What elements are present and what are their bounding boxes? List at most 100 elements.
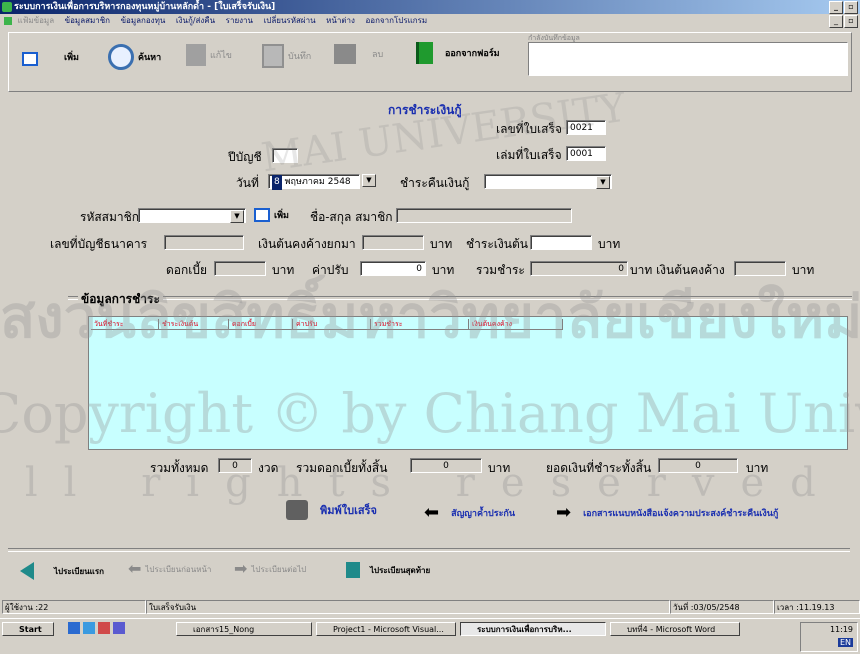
interest-field: [214, 261, 266, 276]
menu-bar: แฟ้มข้อมูล ข้อมูลสมาชิก ข้อมูลกองทุน เงิ…: [0, 14, 860, 28]
chevron-down-icon: ▼: [362, 174, 376, 187]
fine-field[interactable]: 0: [360, 261, 426, 276]
principal-brought-label: เงินต้นคงค้างยกมา: [258, 237, 356, 251]
total-paid-field: 0: [658, 458, 738, 473]
receipt-no-field[interactable]: 0021: [566, 120, 606, 135]
menu-change-password[interactable]: เปลี่ยนรหัสผ่าน: [264, 16, 316, 25]
child-restore-button[interactable]: ▫: [844, 15, 858, 28]
installment-unit: งวด: [258, 461, 279, 475]
clock: 11:19: [829, 625, 853, 634]
child-minimize-button[interactable]: _: [829, 15, 843, 28]
form-heading: การชำระเงินกู้: [388, 103, 462, 117]
menu-reports[interactable]: รายงาน: [226, 16, 253, 25]
date-dropdown-button[interactable]: ▼: [362, 174, 376, 189]
prev-record-icon: ⬅: [128, 559, 142, 578]
task-finance-app[interactable]: ระบบการเงินเพื่อการบริห...: [460, 622, 606, 636]
menu-window[interactable]: หน้าต่าง: [326, 16, 355, 25]
prev-record-button[interactable]: ⬅ ไประเบียนก่อนหน้า: [128, 559, 211, 578]
menu-exit[interactable]: ออกจากโปรแกรม: [365, 16, 427, 25]
ie-icon[interactable]: [83, 622, 95, 634]
search-label: ค้นหา: [138, 53, 162, 63]
app-icon[interactable]: [98, 622, 110, 634]
baht-unit-2: บาท: [598, 237, 621, 251]
menu-fund[interactable]: ข้อมูลกองทุน: [121, 16, 166, 25]
date-month: พฤษภาคม: [284, 177, 325, 187]
add-member-button[interactable]: เพิ่ม: [254, 208, 289, 222]
taskbar: Start เอกสาร15_Nong Project1 - Microsoft…: [0, 618, 860, 654]
col-fine[interactable]: ค่าปรับ: [293, 319, 371, 330]
edit-button[interactable]: แก้ไข: [186, 44, 232, 66]
add-button[interactable]: เพิ่ม: [64, 50, 79, 64]
print-receipt-label: พิมพ์ใบเสร็จ: [320, 504, 377, 517]
save-button[interactable]: บันทึก: [262, 44, 311, 68]
search-button[interactable]: ค้นหา: [108, 44, 161, 70]
exit-form-button[interactable]: ออกจากฟอร์ม: [416, 42, 500, 64]
status-date: วันที่ :03/05/2548: [670, 600, 774, 614]
word-icon[interactable]: [113, 622, 125, 634]
maximize-button[interactable]: ▫: [844, 1, 858, 14]
first-record-button[interactable]: ไประเบียนแรก: [20, 562, 104, 580]
principal-remaining-field: [734, 261, 786, 276]
delete-button[interactable]: ลบ: [334, 44, 383, 64]
arrow-left-icon: ⬅: [424, 502, 440, 523]
date-picker[interactable]: 8 พฤษภาคม 2548: [268, 174, 360, 190]
next-record-label: ไประเบียนต่อไป: [251, 564, 307, 574]
menu-members[interactable]: ข้อมูลสมาชิก: [65, 16, 110, 25]
desktop-icon[interactable]: [68, 622, 80, 634]
record-icon: [254, 208, 270, 222]
menu-file[interactable]: แฟ้มข้อมูล: [18, 16, 55, 25]
notice-doc-button[interactable]: ➡ เอกสารแนบหนังสือแจ้งความประสงค์ชำระคืน…: [556, 504, 778, 522]
edit-icon: [186, 44, 206, 66]
payments-grid[interactable]: วันที่ชำระ ชำระเงินต้น ดอกเบี้ย ค่าปรับ …: [88, 316, 848, 450]
col-pay-date[interactable]: วันที่ชำระ: [91, 319, 159, 330]
fiscal-year-field[interactable]: [272, 148, 298, 163]
date-label: วันที่: [236, 176, 259, 190]
date-day: 8: [272, 175, 282, 190]
start-label: Start: [19, 625, 42, 634]
fiscal-year-label: ปีบัญชี: [228, 150, 262, 164]
quick-launch: [68, 622, 125, 634]
col-principal[interactable]: ชำระเงินต้น: [159, 319, 229, 330]
task-word[interactable]: บทที่4 - Microsoft Word: [610, 622, 740, 636]
chevron-down-icon: ▼: [596, 176, 610, 189]
last-record-button[interactable]: ไประเบียนสุดท้าย: [346, 562, 430, 578]
member-code-select[interactable]: ▼: [138, 208, 246, 223]
col-interest[interactable]: ดอกเบี้ย: [229, 319, 293, 330]
record-button[interactable]: [22, 52, 38, 66]
window-title: ระบบการเงินเพื่อการบริหารกองทุนหมู่บ้านห…: [14, 2, 276, 12]
last-record-label: ไประเบียนสุดท้าย: [370, 565, 431, 575]
task-folder[interactable]: เอกสาร15_Nong: [176, 622, 312, 636]
minimize-button[interactable]: _: [829, 1, 843, 14]
start-button[interactable]: Start: [2, 622, 54, 636]
guarantee-button[interactable]: ⬅ สัญญาค้ำประกัน: [424, 502, 516, 523]
task-visual-basic[interactable]: Project1 - Microsoft Visual...: [316, 622, 456, 636]
last-record-icon: [346, 562, 360, 578]
member-code-label: รหัสสมาชิก: [80, 210, 140, 224]
interest-label: ดอกเบี้ย: [166, 263, 208, 277]
total-interest-label: รวมดอกเบี้ยทั้งสิ้น: [296, 461, 388, 475]
total-field: 0: [530, 261, 628, 276]
guarantee-label: สัญญาค้ำประกัน: [451, 509, 516, 519]
baht-unit-3: บาท: [272, 263, 295, 277]
language-indicator[interactable]: EN: [837, 638, 853, 647]
chevron-down-icon: ▼: [230, 210, 244, 223]
principal-brought-field: [362, 235, 424, 250]
first-record-icon: [20, 562, 34, 580]
print-receipt-button[interactable]: พิมพ์ใบเสร็จ: [286, 500, 377, 520]
principal-pay-field[interactable]: [530, 235, 592, 250]
col-remaining[interactable]: เงินต้นคงค้าง: [469, 319, 563, 330]
book-no-field[interactable]: 0001: [566, 146, 606, 161]
next-record-button[interactable]: ➡ ไประเบียนต่อไป: [234, 561, 307, 577]
menu-loans[interactable]: เงินกู้/ส่งคืน: [176, 16, 215, 25]
app-icon: [2, 2, 12, 12]
edit-label: แก้ไข: [210, 51, 232, 61]
nav-divider: [8, 548, 850, 552]
col-total[interactable]: รวมชำระ: [371, 319, 469, 330]
baht-unit-6: บาท: [488, 461, 511, 475]
first-record-label: ไประเบียนแรก: [54, 566, 104, 576]
baht-unit-4: บาท: [432, 263, 455, 277]
repay-select[interactable]: ▼: [484, 174, 612, 189]
baht-unit-5: บาท: [792, 263, 815, 277]
printer-icon: [286, 500, 308, 520]
total-interest-field: 0: [410, 458, 482, 473]
